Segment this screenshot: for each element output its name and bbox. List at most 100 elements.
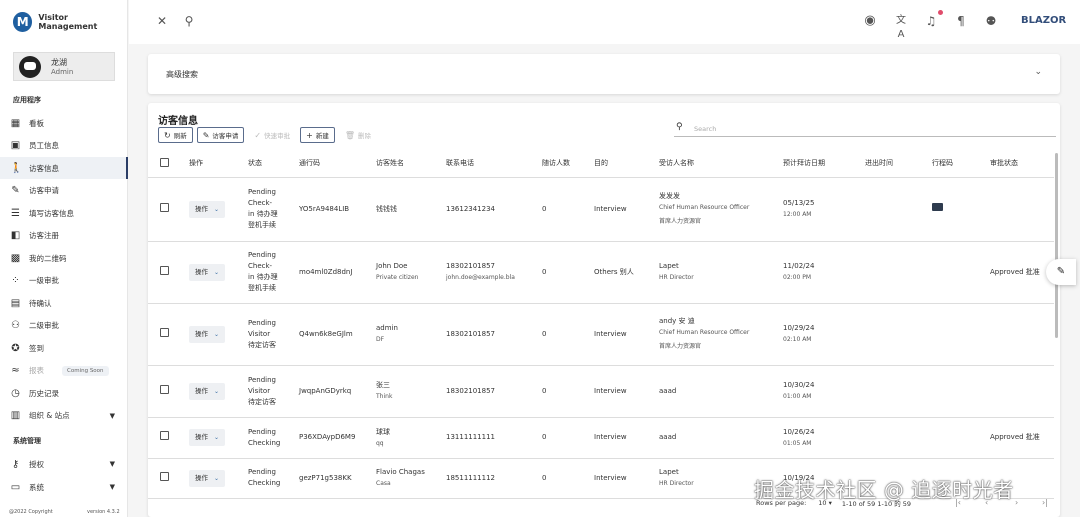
table-row[interactable]: 操作 ⌄ Pending Visitor 待定访客 JwqpAnGDyrkq 张三 Think… bbox=[148, 365, 1054, 418]
sidebar-item-label: 历史记录 bbox=[29, 388, 59, 398]
row-action-button[interactable]: 操作 ⌄ bbox=[189, 429, 226, 446]
sidebar-item[interactable]: ⁘ 一级审批 bbox=[0, 270, 127, 292]
select-cell bbox=[148, 241, 189, 304]
advanced-search-panel[interactable]: 高级搜索 ⌄ bbox=[148, 54, 1060, 94]
sidebar-item[interactable]: ▥ 组织 & 站点 ▼ bbox=[0, 405, 127, 427]
col-header[interactable]: 联系电话 bbox=[446, 150, 542, 178]
row-action-button[interactable]: 操作 ⌄ bbox=[189, 469, 226, 487]
select-all-cell bbox=[148, 150, 189, 178]
chevron-down-icon[interactable]: ⌄ bbox=[1034, 67, 1042, 77]
last-page-icon[interactable]: ›| bbox=[1042, 498, 1048, 507]
expand-icon: ▼ bbox=[109, 483, 115, 491]
row-action-button[interactable]: 操作 ⌄ bbox=[189, 382, 226, 400]
bell-icon[interactable]: ♫ bbox=[924, 14, 938, 28]
email: john.doe@example.bla bbox=[446, 274, 515, 281]
host-title-cn: 首席人力资源官 bbox=[659, 343, 702, 350]
row-action-button[interactable]: 操作 ⌄ bbox=[189, 263, 226, 281]
sidebar-item[interactable]: ⚷ 授权 ▼ bbox=[0, 453, 127, 475]
companion-count: 0 bbox=[542, 473, 547, 482]
status-text: in 待办理 bbox=[248, 273, 278, 281]
host-title: HR Director bbox=[659, 274, 694, 281]
sidebar-item[interactable]: ◧ 访客注册 bbox=[0, 225, 127, 247]
row-action-button[interactable]: 操作 ⌄ bbox=[189, 200, 226, 218]
host-cell: aaad bbox=[659, 417, 783, 459]
col-header[interactable]: 受访人名称 bbox=[659, 150, 783, 178]
sidebar-item[interactable]: ✪ 签到 bbox=[0, 337, 127, 359]
sidebar-item[interactable]: ▦ 看板 bbox=[0, 112, 127, 134]
host-title: Chief Human Resource Officer bbox=[659, 329, 750, 336]
col-header[interactable]: 操作 bbox=[189, 150, 248, 178]
row-checkbox[interactable] bbox=[160, 265, 169, 275]
row-checkbox[interactable] bbox=[160, 384, 169, 394]
table-row[interactable]: 操作 ⌄ Pending Visitor 待定访客 Q4wn6k8eGJlm admin DF… bbox=[148, 303, 1054, 366]
phone: 18302101857 bbox=[446, 386, 495, 395]
refresh-button[interactable]: ↻ 刷新 bbox=[158, 127, 193, 143]
sidebar-item[interactable]: ▭ 系统 ▼ bbox=[0, 476, 127, 498]
host-cell: andy 安 迪 Chief Human Resource Officer 首席人力… bbox=[659, 303, 783, 366]
sidebar-item[interactable]: ≈ 报表 Coming Soon bbox=[0, 360, 127, 382]
row-checkbox[interactable] bbox=[160, 327, 169, 337]
github-icon[interactable]: ◉ bbox=[863, 14, 877, 28]
col-header[interactable]: 状态 bbox=[248, 150, 299, 178]
col-header[interactable]: 目的 bbox=[594, 150, 659, 178]
sidebar-item[interactable]: ▩ 我的二维码 bbox=[0, 247, 127, 269]
theme-brush-button[interactable]: ✎ bbox=[1046, 259, 1076, 285]
status-text: 登机手续 bbox=[248, 284, 276, 292]
user-card[interactable]: 龙湖 Admin bbox=[13, 52, 115, 81]
status-text: Pending bbox=[248, 188, 276, 196]
row-checkbox[interactable] bbox=[160, 471, 169, 481]
col-header[interactable]: 访客姓名 bbox=[376, 150, 446, 178]
row-action-button[interactable]: 操作 ⌄ bbox=[189, 325, 226, 343]
approval-cell bbox=[990, 177, 1054, 242]
sidebar-item-label: 我的二维码 bbox=[29, 253, 67, 263]
col-header[interactable]: 通行码 bbox=[299, 150, 376, 178]
visit-date: 11/02/24 bbox=[783, 262, 815, 270]
sidebar-item[interactable]: 🚶 访客信息 bbox=[0, 157, 128, 179]
sidebar-item[interactable]: ◷ 历史记录 bbox=[0, 382, 127, 404]
visit-time: 02:00 PM bbox=[783, 274, 811, 281]
host-name: 发发发 bbox=[659, 192, 680, 200]
visitor-apply-button[interactable]: ✎ 访客申请 bbox=[196, 127, 245, 143]
brand-right[interactable]: BLAZOR bbox=[1021, 15, 1066, 26]
col-header[interactable]: 行程码 bbox=[932, 150, 990, 178]
quick-approve-button[interactable]: ✓ 快速审批 bbox=[248, 127, 297, 143]
sidebar-item[interactable]: ☰ 填写访客信息 bbox=[0, 202, 127, 224]
col-header[interactable]: 审批状态 bbox=[990, 150, 1054, 178]
search-field[interactable]: ⚲ Search bbox=[674, 121, 1056, 137]
table-scrollbar[interactable] bbox=[1055, 153, 1058, 338]
count-cell: 0 bbox=[542, 303, 594, 366]
text-direction-icon[interactable]: ¶ bbox=[954, 14, 968, 28]
pass-code: mo4ml0Zd8dnJ bbox=[299, 267, 353, 276]
close-icon[interactable]: ✕ bbox=[155, 14, 169, 28]
visitor-table-panel: 访客信息 ↻ 刷新 ✎ 访客申请 ✓ 快速审批 + 新建 🗑 删除 ⚲ Search 操作… bbox=[148, 103, 1060, 517]
col-header[interactable]: 随访人数 bbox=[542, 150, 594, 178]
next-page-icon[interactable]: › bbox=[1015, 498, 1018, 507]
table-row[interactable]: 操作 ⌄ Pending Checking P36XDAypD6M9 球球 qq 131111… bbox=[148, 417, 1054, 459]
brand[interactable]: M Visitor Management bbox=[13, 12, 127, 32]
row-checkbox[interactable] bbox=[160, 202, 169, 212]
sidebar-item[interactable]: ▤ 待确认 bbox=[0, 292, 127, 314]
new-button[interactable]: + 新建 bbox=[300, 127, 335, 143]
pass-code: YO5rA9484LIB bbox=[299, 204, 350, 213]
search-icon[interactable]: ⚲ bbox=[182, 14, 196, 28]
code-cell: gezP71g538KK bbox=[299, 458, 376, 499]
sidebar-item[interactable]: ⚇ 二级审批 bbox=[0, 315, 127, 337]
search-icon: ⚲ bbox=[676, 122, 683, 132]
col-header[interactable]: 预计拜访日期 bbox=[783, 150, 865, 178]
table-row[interactable]: 操作 ⌄ Pending Check-in 待办理 登机手续 mo4ml0Zd8dnJ Jo… bbox=[148, 241, 1054, 304]
trip-code-icon[interactable] bbox=[932, 203, 943, 211]
row-checkbox[interactable] bbox=[160, 431, 169, 440]
search-input[interactable]: Search bbox=[694, 125, 716, 133]
advanced-search-label: 高级搜索 bbox=[166, 70, 198, 79]
translate-icon[interactable]: 文A bbox=[894, 14, 908, 40]
person-icon[interactable]: ⚉ bbox=[984, 14, 998, 28]
select-all-checkbox[interactable] bbox=[160, 157, 169, 167]
host-name: aaad bbox=[659, 433, 677, 441]
status-text: Pending bbox=[248, 468, 276, 476]
delete-button[interactable]: 🗑 删除 bbox=[338, 127, 377, 143]
delete-label: 删除 bbox=[357, 132, 371, 140]
sidebar-item[interactable]: ✎ 访客申请 bbox=[0, 180, 127, 202]
sidebar-item[interactable]: ▣ 员工信息 bbox=[0, 135, 127, 157]
table-row[interactable]: 操作 ⌄ Pending Check-in 待办理 登机手续 YO5rA9484LIB 钱钱… bbox=[148, 177, 1054, 242]
col-header[interactable]: 进出时间 bbox=[865, 150, 932, 178]
